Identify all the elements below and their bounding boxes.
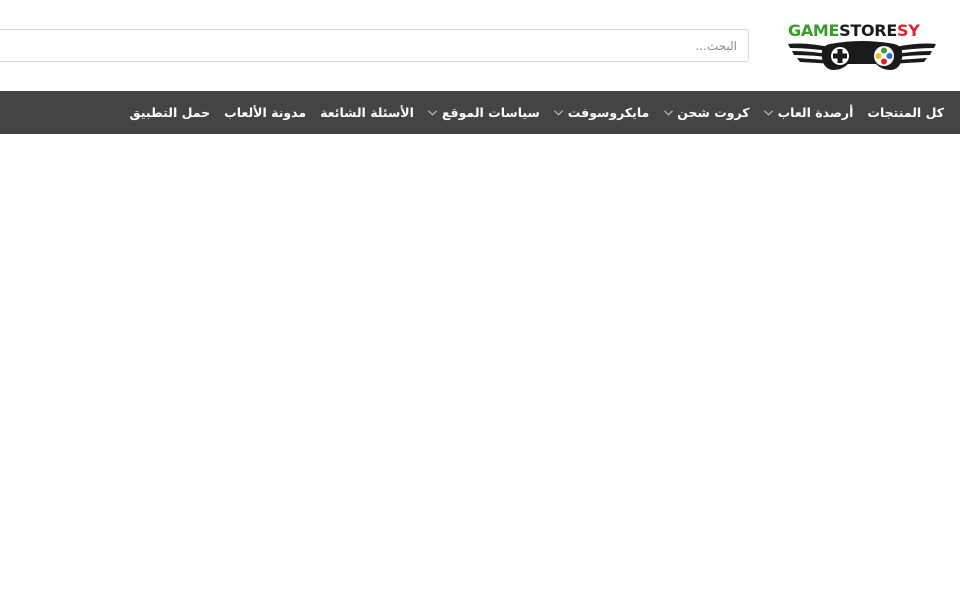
search-box[interactable] bbox=[0, 29, 749, 62]
nav-item-label: مدونة الألعاب bbox=[224, 105, 307, 120]
page-content bbox=[0, 134, 960, 600]
nav-item-label: أرصدة العاب bbox=[777, 105, 854, 120]
nav-item-site-policies[interactable]: سياسات الموقع bbox=[428, 91, 540, 134]
nav-item-label: مايكروسوفت bbox=[567, 105, 650, 120]
chevron-down-icon bbox=[764, 108, 774, 118]
chevron-down-icon bbox=[554, 108, 564, 118]
nav-item-label: كل المنتجات bbox=[867, 105, 944, 120]
nav-item-label: حمل التطبيق bbox=[129, 105, 211, 120]
nav-item-label: سياسات الموقع bbox=[441, 105, 540, 120]
gamepad-wings-icon bbox=[788, 41, 936, 70]
chevron-down-icon bbox=[663, 108, 673, 118]
main-nav: كل المنتجات أرصدة العاب كروت شحن مايكروسوفت… bbox=[0, 91, 960, 134]
chevron-down-icon bbox=[428, 108, 438, 118]
nav-item-label: الأسئلة الشائعة bbox=[320, 105, 414, 120]
nav-item-all-products[interactable]: كل المنتجات bbox=[867, 91, 944, 134]
nav-item-microsoft[interactable]: مايكروسوفت bbox=[554, 91, 650, 134]
nav-item-game-credits[interactable]: أرصدة العاب bbox=[764, 91, 854, 134]
nav-item-charge-cards[interactable]: كروت شحن bbox=[663, 91, 750, 134]
nav-item-faq[interactable]: الأسئلة الشائعة bbox=[320, 91, 414, 134]
site-logo[interactable]: GAMESTORESY bbox=[786, 22, 938, 72]
nav-item-label: كروت شحن bbox=[677, 105, 750, 120]
search-input[interactable] bbox=[0, 30, 748, 61]
nav-item-games-blog[interactable]: مدونة الألعاب bbox=[224, 91, 306, 134]
site-header: GAMESTORESY bbox=[0, 0, 960, 91]
nav-item-download-app[interactable]: حمل التطبيق bbox=[130, 91, 211, 134]
